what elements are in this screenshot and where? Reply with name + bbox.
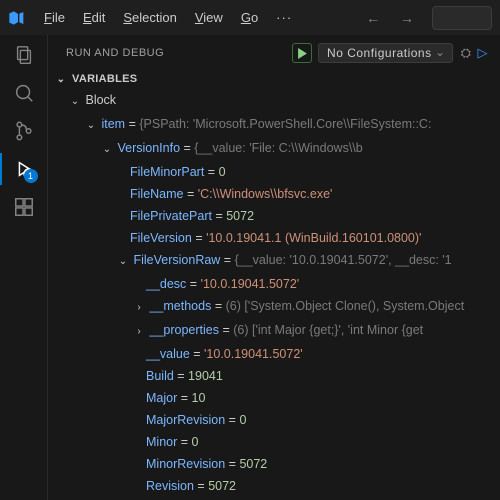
nav-forward-icon[interactable]: → (394, 6, 420, 30)
extensions-icon[interactable] (12, 195, 36, 219)
source-control-icon[interactable] (12, 119, 36, 143)
var-fileprivatepart[interactable]: FilePrivatePart = 5072 (48, 205, 500, 227)
debug-settings-icon[interactable]: ⛭ (461, 45, 472, 61)
var-fileversion[interactable]: FileVersion = '10.0.19041.1 (WinBuild.16… (48, 227, 500, 249)
var-filename[interactable]: FileName = 'C:\\Windows\\bfsvc.exe' (48, 183, 500, 205)
debug-config-select[interactable]: No Configurations (318, 43, 453, 63)
variables-label: VARIABLES (72, 73, 137, 85)
var-build[interactable]: Build = 19041 (48, 365, 500, 387)
variables-section-header[interactable]: ⌄ VARIABLES (48, 67, 500, 89)
debug-sidebar: RUN AND DEBUG No Configurations ⛭ ▷ ⌄ VA… (48, 35, 500, 500)
explorer-icon[interactable] (12, 43, 36, 67)
menu-file[interactable]: File (36, 6, 73, 29)
var-desc[interactable]: __desc = '10.0.19041.5072' (48, 273, 500, 295)
var-item[interactable]: ⌄ item = {PSPath: 'Microsoft.PowerShell.… (48, 113, 500, 137)
command-center[interactable] (432, 6, 492, 30)
menu-overflow[interactable]: ··· (268, 6, 300, 29)
menu-bar: File Edit Selection View Go ··· (36, 6, 300, 29)
var-methods[interactable]: › __methods = (6) ['System.Object Clone(… (48, 295, 500, 319)
var-major[interactable]: Major = 10 (48, 387, 500, 409)
var-fileversionraw[interactable]: ⌄ FileVersionRaw = {__value: '10.0.19041… (48, 249, 500, 273)
menu-view[interactable]: View (187, 6, 231, 29)
chevron-down-icon: ⌄ (54, 74, 68, 85)
app-logo (8, 10, 24, 26)
nav-back-icon[interactable]: ← (360, 6, 386, 30)
var-minor[interactable]: Minor = 0 (48, 431, 500, 453)
title-bar: File Edit Selection View Go ··· ← → (0, 0, 500, 35)
menu-edit[interactable]: Edit (75, 6, 113, 29)
var-properties[interactable]: › __properties = (6) ['int Major {get;}'… (48, 319, 500, 343)
menu-go[interactable]: Go (233, 6, 266, 29)
panel-title: RUN AND DEBUG (66, 47, 164, 59)
var-majorrevision[interactable]: MajorRevision = 0 (48, 409, 500, 431)
debug-console-icon[interactable]: ▷ (478, 45, 489, 61)
var-fileminorpart[interactable]: FileMinorPart = 0 (48, 161, 500, 183)
debug-badge: 1 (24, 169, 38, 183)
start-debug-button[interactable] (292, 43, 312, 63)
run-debug-icon[interactable]: 1 (12, 157, 36, 181)
var-revision[interactable]: Revision = 5072 (48, 475, 500, 497)
var-minorrevision[interactable]: MinorRevision = 5072 (48, 453, 500, 475)
search-icon[interactable] (12, 81, 36, 105)
panel-header: RUN AND DEBUG No Configurations ⛭ ▷ (48, 35, 500, 67)
scope-block[interactable]: ⌄ Block (48, 89, 500, 113)
var-versioninfo[interactable]: ⌄ VersionInfo = {__value: 'File: C:\\Win… (48, 137, 500, 161)
menu-selection[interactable]: Selection (115, 6, 184, 29)
var-value[interactable]: __value = '10.0.19041.5072' (48, 343, 500, 365)
variables-tree: ⌄ Block ⌄ item = {PSPath: 'Microsoft.Pow… (48, 89, 500, 500)
activity-bar: 1 (0, 35, 48, 500)
